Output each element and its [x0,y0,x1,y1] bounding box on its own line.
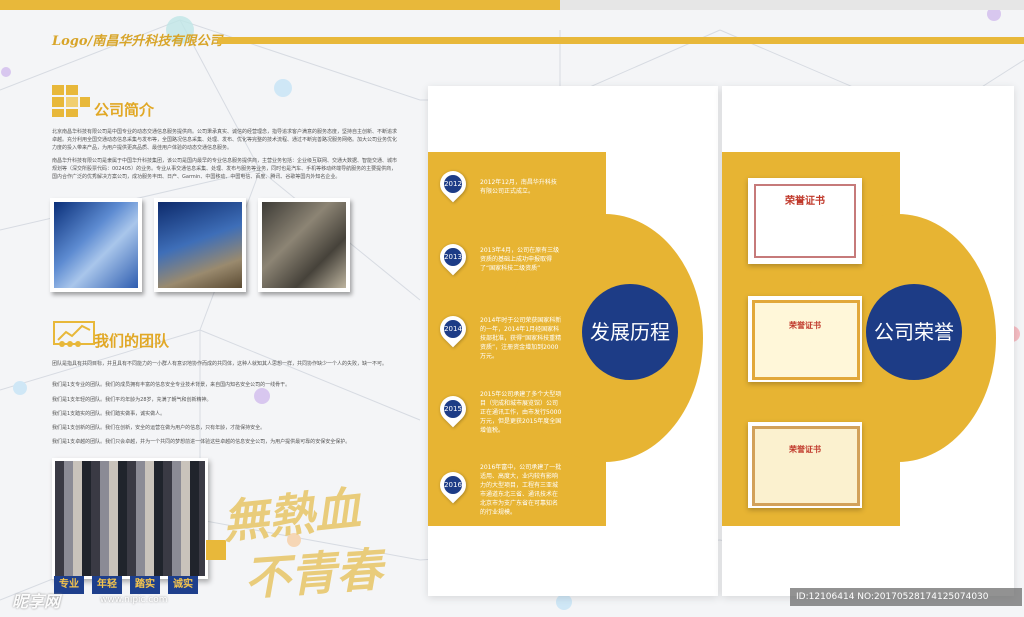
team-item-3: 我们是1支踏实的团队。我们踏实做事，诚实做人。 [52,411,166,417]
year-2015: 2015 [444,405,462,413]
team-item-2: 我们是1支年轻的团队。我们平均年龄为28岁，充满了朝气和创新精神。 [52,397,212,403]
slogan-line-2: 不青春 [242,542,384,606]
team-section-icon [52,318,96,352]
year-2014: 2014 [444,325,462,333]
year-2012: 2012 [444,180,462,188]
certificate-3-title: 荣誉证书 [789,445,821,454]
year-2016: 2016 [444,481,462,489]
certificate-3: 荣誉证书 [748,422,862,508]
company-logo: Logo/南昌华升科技有限公司 [52,34,223,49]
honors-title: 公司荣誉 [866,284,962,380]
certificate-1-title: 荣誉证书 [785,196,825,207]
watermark-url: www.nipic.com [100,595,168,605]
header-rule [218,37,1024,44]
team-paragraph: 团队是指具有共同目标，并且具有不同能力的一小群人有意识地协作而成的共同体，这种人… [52,361,388,367]
intro-photo-1 [50,198,142,292]
tag-honest: 诚实 [168,576,198,594]
tag-young: 年轻 [92,576,122,594]
watermark-brand: 昵享网 [12,592,61,611]
history-title: 发展历程 [582,284,678,380]
intro-paragraph-2: 南昌华升科技有限公司是隶属于中国华升科技集团，该公司是国内最早的专业信息服务提供… [52,158,398,180]
intro-photo-2 [154,198,246,292]
team-item-4: 我们是1支创新的团队。我们在创新，安全的运营在做为用户的信息，只有年龄，才能保持… [52,425,266,431]
certificate-2: 荣誉证书 [748,296,862,382]
slogan: 無熱血 不青春 [220,478,384,606]
year-2013: 2013 [444,253,462,261]
event-2016: 2016年富中，公司承建了一批适用、高度大，业内较有影响力的大型项目，工程有三亚… [480,464,562,516]
intro-title: 公司简介 [94,101,155,119]
event-2012: 2012年12月，南昌华升科技有限公司正式成立。 [480,179,557,195]
team-item-5: 我们是1支卓越的团队。我们只会卓越，并为一个共同的梦想前进一体验这些卓越的信息安… [52,439,351,445]
event-2014: 2014年时于公司荣获国家科新的一年，2014年1月经国家科技部批准，获得“国家… [480,317,562,360]
intro-photo-3 [258,198,350,292]
intro-section-icon [52,85,90,121]
certificate-2-title: 荣誉证书 [789,321,821,330]
intro-paragraph-1: 北京南昌华科技有限公司是中国专业的动态交通信息服务提供商。公司秉承真实、诚信的经… [52,129,398,151]
team-title: 我们的团队 [94,332,170,350]
event-2013: 2013年4月，公司在原有三级资质的基础上成功申报取得了“国家科技二级资质” [480,247,560,272]
certificate-1: 荣誉证书 [748,178,862,264]
team-item-1: 我们是1支专业的团队。我们的成员拥有丰富的信息安全专业技术背景，来自国内知名安全… [52,382,291,388]
image-id-bar: ID:12106414 NO:20170528174125074030 [790,588,1022,606]
tag-steady: 踏实 [130,576,160,594]
top-bar [0,0,1024,10]
event-2015: 2015年公司承建了多个大型项目（完成和城市展览馆）公司正在通讯工作，由市发行5… [480,391,562,434]
team-photo [52,458,208,579]
